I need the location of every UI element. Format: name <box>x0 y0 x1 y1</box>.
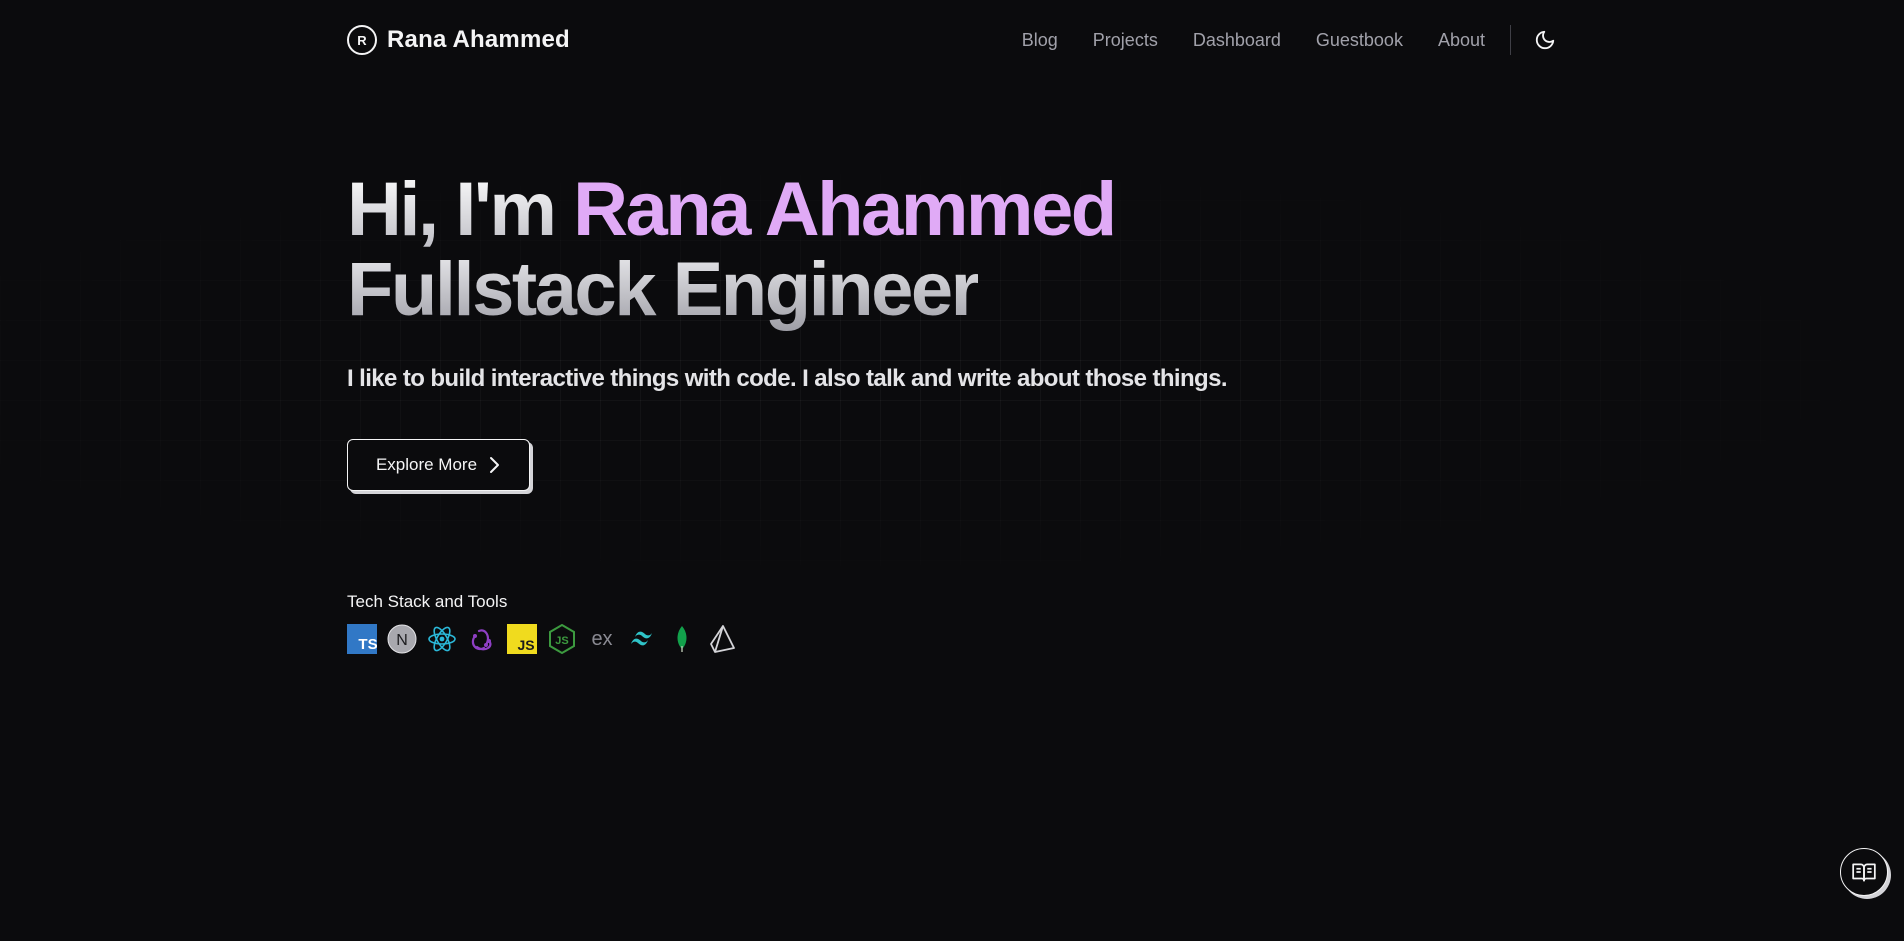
main-nav: Blog Projects Dashboard Guestbook About <box>987 25 1557 55</box>
nav-link-blog[interactable]: Blog <box>1022 30 1058 51</box>
brand-logo-icon: R <box>347 25 377 55</box>
typescript-icon-label: TS <box>358 636 377 653</box>
tailwind-icon <box>627 624 657 654</box>
react-icon <box>427 624 457 654</box>
mongodb-icon <box>667 624 697 654</box>
nextjs-icon-label: N <box>396 632 408 649</box>
page: R Rana Ahammed Blog Projects Dashboard G… <box>0 0 1904 941</box>
nodejs-icon-label: JS <box>555 635 568 647</box>
tech-stack-icons: TS N JS JS ex <box>347 624 737 654</box>
javascript-icon-label: JS <box>517 637 534 653</box>
hero: Hi, I'm Rana Ahammed Fullstack Engineer <box>347 167 1117 332</box>
express-icon: ex <box>587 624 617 654</box>
theme-toggle-button[interactable] <box>1533 28 1557 52</box>
hero-headline: Hi, I'm Rana Ahammed Fullstack Engineer <box>347 167 1117 332</box>
express-icon-label: ex <box>591 628 612 650</box>
explore-more-label: Explore More <box>375 455 478 474</box>
nav-link-guestbook[interactable]: Guestbook <box>1316 30 1403 51</box>
hero-greeting: Hi, I'm <box>347 167 574 252</box>
hero-name: Rana Ahammed <box>573 167 1117 252</box>
site-header: R Rana Ahammed Blog Projects Dashboard G… <box>347 20 1557 60</box>
explore-more-button[interactable]: Explore More <box>347 439 530 491</box>
redux-icon <box>467 624 497 654</box>
nav-link-projects[interactable]: Projects <box>1093 30 1158 51</box>
reader-mode-button[interactable] <box>1840 848 1888 896</box>
nodejs-icon: JS <box>547 624 577 654</box>
chevron-right-icon <box>490 457 500 473</box>
prisma-icon <box>707 624 737 654</box>
tech-stack-title: Tech Stack and Tools <box>347 592 508 611</box>
nav-divider <box>1510 25 1511 55</box>
javascript-icon: JS <box>507 624 537 654</box>
moon-icon <box>1535 30 1555 50</box>
nav-link-about[interactable]: About <box>1438 30 1485 51</box>
book-open-icon <box>1852 863 1876 882</box>
nav-link-dashboard[interactable]: Dashboard <box>1193 30 1281 51</box>
typescript-icon: TS <box>347 624 377 654</box>
hero-role: Fullstack Engineer <box>347 247 980 332</box>
brand-name: Rana Ahammed <box>387 26 570 53</box>
brand-link[interactable]: R Rana Ahammed <box>347 25 570 55</box>
hero-tagline: I like to build interactive things with … <box>347 365 1228 392</box>
nextjs-icon: N <box>387 624 417 654</box>
